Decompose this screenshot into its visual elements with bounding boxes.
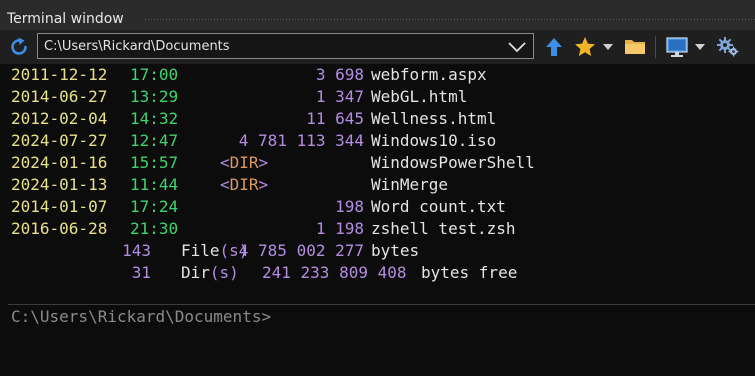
title-bar: Terminal window: [0, 0, 755, 30]
file-size: 11 645: [306, 109, 364, 128]
title-bar-divider: [145, 19, 755, 20]
toolbar-divider: [655, 36, 656, 58]
file-date: 2014-06-27: [11, 87, 108, 106]
file-date: 2014-01-07: [11, 197, 108, 216]
file-size: 4 781 113 344: [238, 131, 364, 150]
refresh-icon[interactable]: [8, 36, 30, 58]
file-time: 17:24: [130, 197, 179, 216]
files-count: 143: [122, 241, 151, 260]
files-bytes-label: bytes: [371, 241, 420, 260]
files-summary: 143 File(s) 4 785 002 277 bytes: [0, 240, 755, 262]
file-time: 13:29: [130, 87, 179, 106]
file-time: 11:44: [130, 175, 179, 194]
command-input[interactable]: C:\Users\Rickard\Documents>: [0, 304, 755, 339]
dir-marker: <DIR>: [220, 153, 269, 172]
file-date: 2011-12-12: [11, 65, 108, 84]
toolbar: C:\Users\Rickard\Documents: [0, 30, 755, 64]
file-name: WindowsPowerShell: [371, 153, 535, 172]
file-date: 2024-07-27: [11, 131, 108, 150]
file-size: 1 347: [315, 87, 364, 106]
file-date: 2024-01-13: [11, 175, 108, 194]
favorites-dropdown-icon[interactable]: [603, 43, 613, 51]
file-time: 21:30: [130, 219, 179, 238]
dirs-count: 31: [131, 263, 151, 282]
dirs-summary: 31 Dir(s) 241 233 809 408 bytes free: [0, 262, 755, 284]
file-time: 15:57: [130, 153, 179, 172]
console-output: 2011-12-12 17:00 3 698 webform.aspx 2014…: [0, 64, 755, 304]
monitor-icon[interactable]: [665, 36, 689, 58]
star-icon[interactable]: [573, 36, 597, 58]
listing-row: 2014-01-07 17:24 198 Word count.txt: [0, 196, 755, 218]
file-time: 17:00: [130, 65, 179, 84]
listing-row: 2024-01-13 11:44 <DIR> WinMerge: [0, 174, 755, 196]
file-name: Word count.txt: [371, 197, 506, 216]
monitor-dropdown-icon[interactable]: [695, 43, 705, 51]
listing-row: 2012-02-04 14:32 11 645 Wellness.html: [0, 108, 755, 130]
listing-row: 2011-12-12 17:00 3 698 webform.aspx: [0, 64, 755, 86]
file-size: 3 698: [315, 65, 364, 84]
file-size: 1 198: [315, 219, 364, 238]
listing-row: 2024-01-16 15:57 <DIR> WindowsPowerShell: [0, 152, 755, 174]
file-name: zshell test.zsh: [371, 219, 516, 238]
file-date: 2016-06-28: [11, 219, 108, 238]
command-prompt: C:\Users\Rickard\Documents>: [11, 307, 272, 326]
file-date: 2024-01-16: [11, 153, 108, 172]
listing-row: 2016-06-28 21:30 1 198 zshell test.zsh: [0, 218, 755, 240]
listing-row: 2014-06-27 13:29 1 347 WebGL.html: [0, 86, 755, 108]
listing-row: 2024-07-27 12:47 4 781 113 344 Windows10…: [0, 130, 755, 152]
chevron-down-icon[interactable]: [507, 40, 527, 54]
bytes-free-label: bytes free: [421, 263, 518, 282]
path-input-text: C:\Users\Rickard\Documents: [44, 39, 230, 54]
file-time: 12:47: [130, 131, 179, 150]
path-input[interactable]: C:\Users\Rickard\Documents: [37, 33, 534, 59]
up-arrow-icon[interactable]: [543, 36, 565, 58]
bytes-free-value: 241 233 809 408: [262, 263, 407, 282]
window-title: Terminal window: [7, 11, 124, 27]
file-name: WebGL.html: [371, 87, 468, 106]
file-name: Wellness.html: [371, 109, 497, 128]
file-name: Windows10.iso: [371, 131, 497, 150]
files-total-size: 4 785 002 277: [238, 241, 364, 260]
folder-icon[interactable]: [624, 36, 646, 56]
dirs-label: Dir(s): [181, 263, 239, 282]
file-name: webform.aspx: [371, 65, 487, 84]
file-time: 14:32: [130, 109, 179, 128]
dir-marker: <DIR>: [220, 175, 269, 194]
terminal-window: Terminal window C:\Users\Rickard\Documen…: [0, 0, 755, 339]
file-date: 2012-02-04: [11, 109, 108, 128]
gear-icon[interactable]: [716, 36, 740, 58]
input-divider: [8, 304, 755, 305]
file-name: WinMerge: [371, 175, 449, 194]
file-size: 198: [335, 197, 364, 216]
